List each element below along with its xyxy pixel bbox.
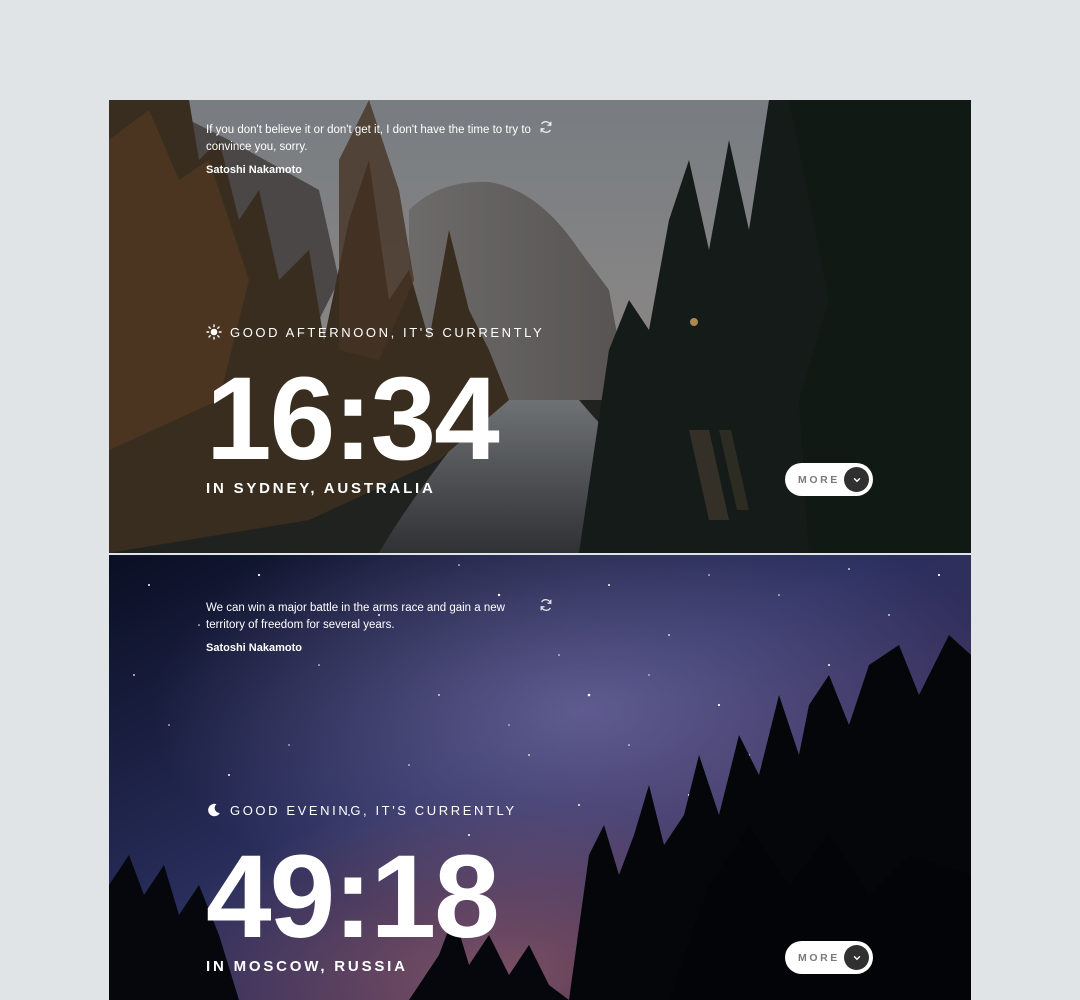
quote-text: If you don't believe it or don't get it,… <box>206 124 531 153</box>
clock-panel-night: We can win a major battle in the arms ra… <box>109 555 971 1000</box>
more-button-label: MORE <box>798 951 840 964</box>
greeting-row: GOOD AFTERNOON, IT'S CURRENTLY <box>206 324 544 340</box>
sun-icon <box>206 324 222 340</box>
quote-author: Satoshi Nakamoto <box>206 642 302 654</box>
clock-time: 49:18 <box>206 831 500 963</box>
chevron-down-icon <box>844 467 869 492</box>
refresh-icon[interactable] <box>539 598 553 612</box>
chevron-down-icon <box>844 945 869 970</box>
location-text: IN SYDNEY, AUSTRALIA <box>206 480 436 497</box>
moon-icon <box>208 803 220 817</box>
more-button[interactable]: MORE <box>785 941 873 974</box>
refresh-icon[interactable] <box>539 120 553 134</box>
more-button[interactable]: MORE <box>785 463 873 496</box>
greeting-row: GOOD EVENING, IT'S CURRENTLY <box>206 802 517 818</box>
location-text: IN MOSCOW, RUSSIA <box>206 958 408 975</box>
quote-author: Satoshi Nakamoto <box>206 164 302 176</box>
clock-time: 16:34 <box>206 353 500 485</box>
more-button-label: MORE <box>798 473 840 486</box>
greeting-text: GOOD EVENING, IT'S CURRENTLY <box>230 802 517 818</box>
quote-text: We can win a major battle in the arms ra… <box>206 602 505 631</box>
greeting-text: GOOD AFTERNOON, IT'S CURRENTLY <box>230 324 545 340</box>
clock-panel-day: If you don't believe it or don't get it,… <box>109 100 971 553</box>
